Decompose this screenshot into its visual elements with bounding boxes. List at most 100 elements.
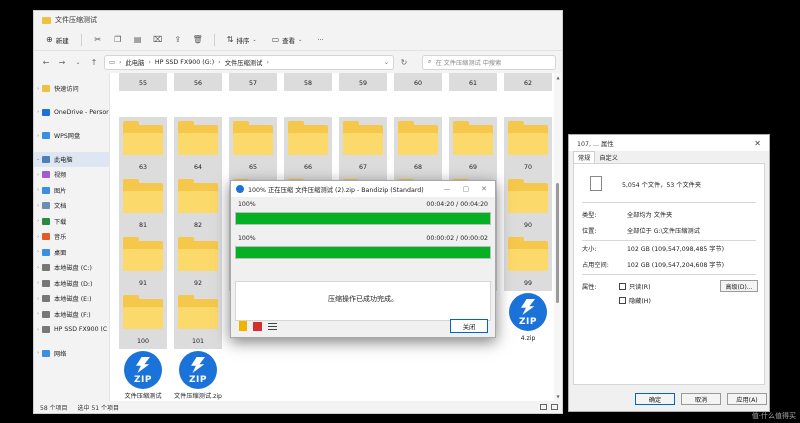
chevron-down-icon[interactable]: ⌄ (384, 59, 393, 66)
properties-title-bar[interactable]: 107, ... 属性 ✕ (569, 135, 769, 151)
sidebar-item[interactable]: › 音乐 (34, 229, 109, 245)
zip-file-item[interactable]: ZIP 文件压缩测试.zip (171, 351, 225, 401)
scrollbar-thumb[interactable] (556, 183, 559, 303)
sidebar-item[interactable]: › HP SSD FX900 (C (34, 322, 109, 338)
chevron-down-icon[interactable]: ⌄ (72, 59, 84, 66)
sidebar-item[interactable]: › 本地磁盘 (C:) (34, 260, 109, 276)
folder-item[interactable]: 92 (174, 233, 222, 291)
sidebar-item[interactable]: › 网络 (34, 346, 109, 362)
tab-general[interactable]: 常规 (573, 151, 596, 163)
back-icon[interactable]: ← (40, 58, 52, 67)
chevron-icon[interactable]: › (34, 234, 42, 240)
more-button[interactable]: ··· (313, 32, 327, 48)
vertical-scrollbar[interactable]: ▲ ▼ (554, 73, 562, 401)
folder-item[interactable]: 69 (449, 117, 497, 175)
sidebar-item[interactable]: ⌄ 此电脑 (34, 151, 109, 167)
chevron-icon[interactable]: › (34, 133, 42, 139)
details-view-icon[interactable] (540, 404, 547, 410)
folder-item[interactable]: 60 (394, 73, 442, 91)
apply-button[interactable]: 应用(A) (727, 393, 767, 405)
chevron-icon[interactable]: › (34, 109, 42, 115)
close-button[interactable]: 关闭 (450, 319, 488, 333)
folder-item[interactable]: 56 (174, 73, 222, 91)
address-bar[interactable]: ▭ › 此电脑 › HP SSD FX900 (G:) › 文件压缩测试 › ⌄ (104, 54, 394, 70)
folder-item[interactable]: 68 (394, 117, 442, 175)
chevron-icon[interactable]: › (34, 327, 42, 333)
chevron-icon[interactable]: ⌄ (34, 156, 42, 162)
folder-item[interactable]: 65 (229, 117, 277, 175)
sidebar-item[interactable]: › 快速访问 (34, 81, 109, 97)
copy-icon[interactable]: ❐ (110, 32, 126, 48)
share-icon[interactable]: ⇪ (170, 32, 186, 48)
tiles-view-icon[interactable] (551, 404, 558, 410)
scroll-down-icon[interactable]: ▼ (554, 394, 562, 399)
refresh-icon[interactable]: ↻ (398, 58, 410, 67)
chevron-icon[interactable]: › (34, 218, 42, 224)
sidebar-item[interactable]: › WPS网盘 (34, 128, 109, 144)
forward-icon[interactable]: → (56, 58, 68, 67)
sidebar-item[interactable]: › OneDrive - Persor (34, 105, 109, 121)
folder-item[interactable]: 91 (119, 233, 167, 291)
sidebar-item[interactable]: › 本地磁盘 (E:) (34, 291, 109, 307)
folder-item[interactable]: 81 (119, 175, 167, 233)
advanced-button[interactable]: 高级(D)... (720, 280, 758, 292)
folder-item[interactable]: 61 (449, 73, 497, 91)
minimize-icon[interactable]: — (444, 185, 451, 193)
sidebar-item[interactable]: › 桌面 (34, 245, 109, 261)
folder-item[interactable]: 100 (119, 291, 167, 349)
folder-item[interactable]: 63 (119, 117, 167, 175)
chevron-icon[interactable]: › (34, 296, 42, 302)
sidebar-item[interactable]: › 本地磁盘 (D:) (34, 276, 109, 292)
chevron-icon[interactable]: › (34, 280, 42, 286)
folder-item[interactable]: 82 (174, 175, 222, 233)
folder-item[interactable]: 101 (174, 291, 222, 349)
close-icon[interactable]: ✕ (481, 185, 487, 193)
cut-icon[interactable]: ✂ (90, 32, 106, 48)
chevron-icon[interactable]: › (34, 203, 42, 209)
folder-item[interactable]: 58 (284, 73, 332, 91)
folder-item[interactable]: 62 (504, 73, 552, 91)
breadcrumb-item[interactable]: 此电脑 (125, 58, 144, 67)
zip-file-item[interactable]: ZIP 4.zip (501, 293, 555, 343)
checklist-icon[interactable] (253, 321, 262, 331)
folder-item[interactable]: 67 (339, 117, 387, 175)
tab-custom[interactable]: 自定义 (595, 152, 622, 163)
chevron-icon[interactable]: › (34, 172, 42, 178)
chevron-icon[interactable]: › (34, 265, 42, 271)
open-folder-icon[interactable] (239, 321, 247, 331)
folder-item[interactable]: 64 (174, 117, 222, 175)
hidden-checkbox[interactable]: 隐藏(H) (619, 296, 651, 305)
folder-item[interactable]: 55 (119, 73, 167, 91)
sidebar-item[interactable]: › 下载 (34, 214, 109, 230)
sidebar-item[interactable]: › 图片 (34, 183, 109, 199)
sidebar-item[interactable]: › 视频 (34, 167, 109, 183)
folder-item[interactable]: 66 (284, 117, 332, 175)
folder-item[interactable]: 59 (339, 73, 387, 91)
sidebar-item[interactable]: › 文档 (34, 198, 109, 214)
menu-icon[interactable] (268, 322, 277, 330)
close-icon[interactable]: ✕ (754, 139, 769, 148)
folder-item[interactable]: 57 (229, 73, 277, 91)
cancel-button[interactable]: 取消 (681, 393, 721, 405)
bandizip-title-bar[interactable]: 100% 正在压缩 文件压缩测试 (2).zip - Bandizip (Sta… (231, 181, 495, 197)
readonly-checkbox[interactable]: 只读(R) (619, 282, 651, 291)
view-button[interactable]: ▭ 查看 ⌄ (268, 32, 310, 48)
search-input[interactable]: ⌕ 在 文件压缩测试 中搜索 (422, 54, 556, 70)
chevron-icon[interactable]: › (34, 350, 42, 356)
rename-icon[interactable]: ⌧ (150, 32, 166, 48)
sidebar-item[interactable]: › 本地磁盘 (F:) (34, 307, 109, 323)
new-button[interactable]: ⊕ 新建 (42, 32, 73, 48)
maximize-icon[interactable]: ▢ (463, 185, 470, 193)
folder-item[interactable]: 90 (504, 175, 552, 233)
chevron-icon[interactable]: › (34, 311, 42, 317)
delete-icon[interactable]: 🗑 (190, 32, 206, 48)
ok-button[interactable]: 确定 (635, 393, 675, 405)
folder-item[interactable]: 70 (504, 117, 552, 175)
zip-file-item[interactable]: ZIP 文件压缩测试 (2).zip (116, 351, 170, 401)
chevron-icon[interactable]: › (34, 249, 42, 255)
folder-item[interactable]: 99 (504, 233, 552, 291)
breadcrumb-item[interactable]: 文件压缩测试 (225, 58, 263, 67)
explorer-title-bar[interactable]: 文件压缩测试 (34, 11, 562, 29)
chevron-icon[interactable]: › (34, 86, 42, 92)
paste-icon[interactable]: ▤ (130, 32, 146, 48)
